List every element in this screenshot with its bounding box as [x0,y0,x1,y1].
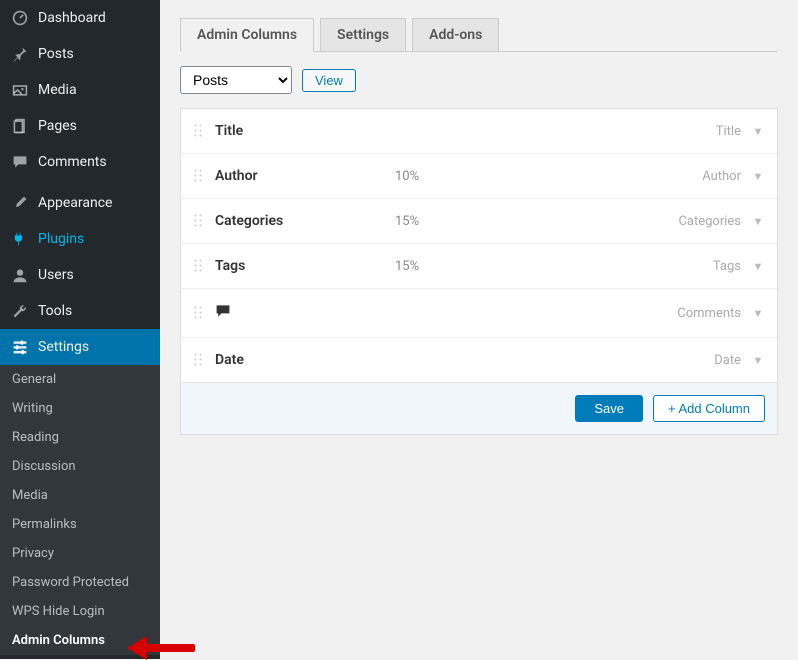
chevron-down-icon[interactable]: ▼ [751,307,765,320]
panel-footer: Save + Add Column [181,382,777,434]
submenu-item-media[interactable]: Media [0,481,160,510]
column-width: 10% [395,169,702,184]
submenu-item-password-protected[interactable]: Password Protected [0,568,160,597]
chevron-down-icon[interactable]: ▼ [751,215,765,228]
sidebar-item-dashboard[interactable]: Dashboard [0,0,160,36]
drag-handle-icon[interactable] [193,123,203,139]
sidebar-item-label: Comments [38,154,107,170]
controls-row: Posts View [180,66,778,94]
sidebar-item-pages[interactable]: Pages [0,108,160,144]
column-type: Comments [677,306,741,321]
comments-icon [10,152,30,172]
drag-handle-icon[interactable] [193,305,203,321]
main-content: Admin ColumnsSettingsAdd-ons Posts View … [160,0,798,455]
sidebar-item-comments[interactable]: Comments [0,144,160,180]
sidebar-item-label: Users [38,267,74,283]
drag-handle-icon[interactable] [193,352,203,368]
chevron-down-icon[interactable]: ▼ [751,170,765,183]
submenu-item-reading[interactable]: Reading [0,423,160,452]
chevron-down-icon[interactable]: ▼ [751,260,765,273]
sidebar-item-settings[interactable]: Settings [0,329,160,365]
user-icon [10,265,30,285]
sidebar-item-label: Appearance [38,195,112,211]
submenu-item-writing[interactable]: Writing [0,394,160,423]
sidebar-item-label: Pages [38,118,77,134]
column-type: Tags [713,259,741,274]
tab-add-ons[interactable]: Add-ons [412,18,499,51]
column-type: Date [714,353,741,368]
post-type-select[interactable]: Posts [180,66,292,94]
chevron-down-icon[interactable]: ▼ [751,125,765,138]
tab-admin-columns[interactable]: Admin Columns [180,18,314,52]
sidebar-item-posts[interactable]: Posts [0,36,160,72]
tab-row: Admin ColumnsSettingsAdd-ons [180,10,778,52]
column-width: 15% [395,259,713,274]
sidebar-item-media[interactable]: Media [0,72,160,108]
column-row[interactable]: Title Title ▼ [181,109,777,154]
sidebar-item-users[interactable]: Users [0,257,160,293]
column-type: Author [702,169,741,184]
sidebar-item-label: Dashboard [38,10,106,26]
save-button[interactable]: Save [575,395,643,422]
sidebar-item-label: Settings [38,339,89,355]
sidebar-item-label: Plugins [38,231,84,247]
column-type: Title [716,124,741,139]
plug-icon [10,229,30,249]
column-name: Date [215,352,395,368]
sidebar-item-plugins[interactable]: Plugins [0,221,160,257]
column-width: 15% [395,214,678,229]
media-icon [10,80,30,100]
submenu-item-discussion[interactable]: Discussion [0,452,160,481]
view-button[interactable]: View [302,69,356,92]
drag-handle-icon[interactable] [193,213,203,229]
column-row[interactable]: Date Date ▼ [181,338,777,382]
sidebar-item-tools[interactable]: Tools [0,293,160,329]
sliders-icon [10,337,30,357]
drag-handle-icon[interactable] [193,258,203,274]
column-name: Author [215,168,395,184]
page-icon [10,116,30,136]
wrench-icon [10,301,30,321]
submenu-item-admin-columns[interactable]: Admin Columns [0,626,160,655]
column-name: Title [215,123,395,139]
sidebar-item-appearance[interactable]: Appearance [0,185,160,221]
pin-icon [10,44,30,64]
tab-settings[interactable]: Settings [320,18,406,51]
columns-panel: TitleTitle▼Author10%Author▼Categories15%… [180,108,778,435]
column-name: Categories [215,213,395,229]
column-row[interactable]: Author10%Author ▼ [181,154,777,199]
column-row[interactable]: Tags15%Tags ▼ [181,244,777,289]
sidebar-item-label: Posts [38,46,74,62]
submenu-item-general[interactable]: General [0,365,160,394]
admin-sidebar: Dashboard Posts Media Pages Comments Appeara… [0,0,160,659]
column-row[interactable]: Categories15%Categories ▼ [181,199,777,244]
column-row[interactable]: Comments ▼ [181,289,777,338]
submenu-item-privacy[interactable]: Privacy [0,539,160,568]
settings-submenu: GeneralWritingReadingDiscussionMediaPerm… [0,365,160,655]
chevron-down-icon[interactable]: ▼ [751,354,765,367]
submenu-item-permalinks[interactable]: Permalinks [0,510,160,539]
drag-handle-icon[interactable] [193,168,203,184]
dashboard-icon [10,8,30,28]
sidebar-item-label: Tools [38,303,72,319]
column-type: Categories [678,214,741,229]
column-name: Tags [215,258,395,274]
brush-icon [10,193,30,213]
submenu-item-wps-hide-login[interactable]: WPS Hide Login [0,597,160,626]
sidebar-item-label: Media [38,82,77,98]
add-column-button[interactable]: + Add Column [653,395,765,422]
comment-icon [215,303,395,323]
